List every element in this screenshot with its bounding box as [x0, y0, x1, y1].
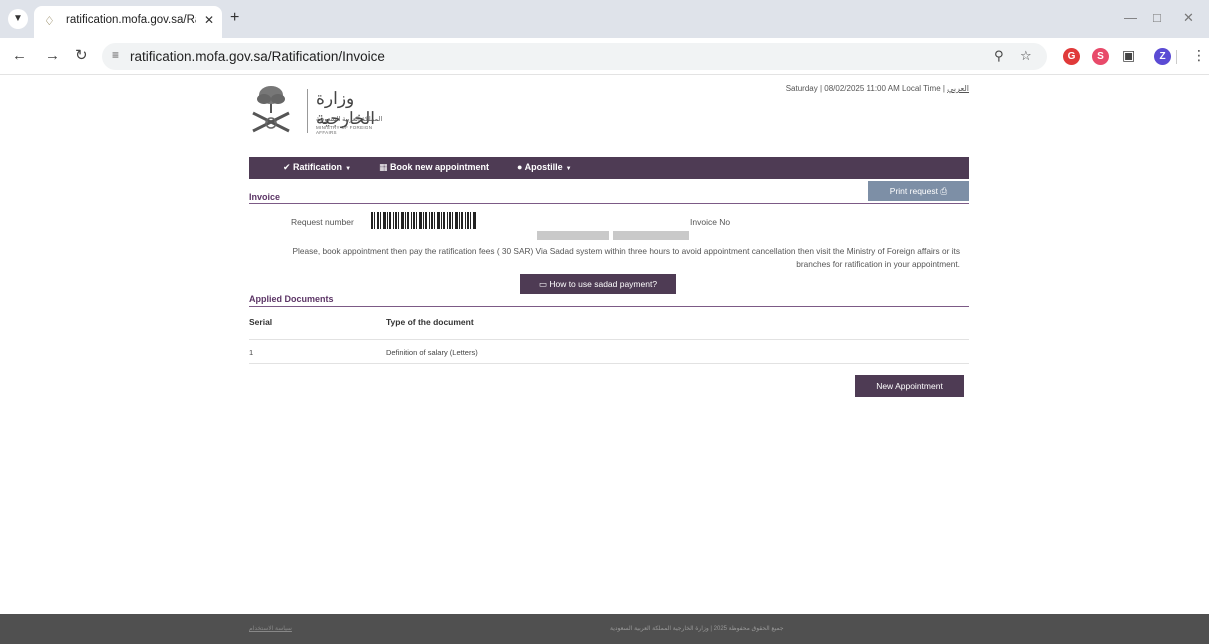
redacted-value	[613, 231, 689, 240]
circle-icon: ●	[517, 162, 523, 172]
tab-close-icon[interactable]: ✕	[204, 13, 214, 27]
redacted-value	[537, 231, 609, 240]
site-favicon-icon: ♢	[44, 14, 55, 28]
printer-icon: ⎙	[940, 186, 948, 196]
print-label: Print request	[889, 186, 938, 196]
toolbar-divider	[1176, 50, 1177, 64]
column-header-serial: Serial	[249, 317, 273, 327]
tab-title: ratification.mofa.gov.sa/Ratifica	[66, 14, 196, 26]
caret-down-icon: ▼	[345, 166, 352, 172]
nav-apostille-label: Apostille	[524, 162, 563, 172]
print-request-button[interactable]: Print request ⎙	[868, 181, 969, 201]
logo-divider	[307, 89, 308, 133]
invoice-section-title: Invoice	[249, 192, 281, 202]
browser-tab[interactable]: ♢ ratification.mofa.gov.sa/Ratifica ✕	[34, 6, 222, 38]
documents-divider	[249, 306, 969, 307]
logo-arabic-text: وزارة الخارجية	[316, 89, 376, 129]
invoice-number-label: Invoice No	[690, 217, 731, 227]
invoice-divider	[249, 203, 969, 204]
bookmark-star-icon[interactable]: ☆	[1020, 48, 1032, 64]
nav-ratification-menu[interactable]: ✔ Ratification ▼	[283, 162, 351, 173]
card-icon: ▭	[538, 279, 547, 289]
browser-toolbar: ← → ↻ ≡ ratification.mofa.gov.sa/Ratific…	[0, 38, 1209, 75]
logo-english-text: MINISTRY OF FOREIGN AFFAIRS	[316, 125, 373, 135]
new-appointment-button[interactable]: New Appointment	[855, 375, 964, 397]
payment-notice: Please, book appointment then pay the ra…	[292, 246, 961, 269]
request-number-label: Request number	[291, 217, 354, 227]
local-datetime: Saturday | 08/02/2025 11:00 AM Local Tim…	[786, 84, 969, 93]
footer-copyright: جميع الحقوق محفوظة 2025 | وزارة الخارجية…	[610, 626, 784, 632]
documents-section-title: Applied Documents	[249, 294, 334, 304]
table-cell-type: Definition of salary (Letters)	[386, 348, 478, 357]
saudi-emblem-icon	[252, 86, 290, 133]
reload-icon[interactable]: ↻	[75, 47, 88, 65]
nav-book-label: Book new appointment	[390, 162, 490, 172]
page-container: وزارة الخارجية المملكة العربية السعودية …	[249, 75, 969, 595]
footer-usage-policy-link[interactable]: سياسة الاستخدام	[249, 625, 292, 632]
mofa-logo[interactable]: وزارة الخارجية المملكة العربية السعودية …	[249, 83, 394, 139]
datetime-text: Saturday | 08/02/2025 11:00 AM Local Tim…	[785, 84, 945, 93]
language-link[interactable]: العربي	[947, 84, 969, 93]
extension-g-icon[interactable]: G	[1063, 48, 1080, 65]
url-text[interactable]: ratification.mofa.gov.sa/Ratification/In…	[130, 49, 385, 64]
table-divider	[249, 339, 969, 340]
nav-book-appointment[interactable]: ▦ Book new appointment	[379, 162, 489, 173]
forward-arrow-icon[interactable]: →	[45, 47, 60, 65]
logo-subtitle: المملكة العربية السعودية	[316, 116, 383, 123]
request-barcode	[371, 212, 476, 229]
new-tab-icon[interactable]: +	[230, 9, 239, 27]
zoom-icon[interactable]: ⚲	[994, 48, 1004, 64]
extension-s-icon[interactable]: S	[1092, 48, 1109, 65]
main-navbar: ✔ Ratification ▼ ▦ Book new appointment ●…	[249, 157, 969, 179]
back-arrow-icon[interactable]: ←	[12, 47, 27, 65]
extensions-puzzle-icon[interactable]: ▣	[1122, 46, 1135, 64]
caret-down-icon: ▼	[565, 166, 572, 172]
tab-search-chevron-icon[interactable]: ▼	[8, 9, 28, 29]
address-bar[interactable]: ≡ ratification.mofa.gov.sa/Ratification/…	[102, 43, 1047, 70]
sadad-help-button[interactable]: ▭ How to use sadad payment?	[520, 274, 676, 294]
restore-icon[interactable]: □	[1153, 10, 1161, 25]
site-info-icon[interactable]: ≡	[112, 48, 119, 62]
table-cell-serial: 1	[249, 348, 254, 357]
sadad-label: How to use sadad payment?	[549, 279, 658, 289]
column-header-type: Type of the document	[386, 317, 474, 327]
profile-avatar-icon[interactable]: Z	[1154, 48, 1171, 65]
web-page: وزارة الخارجية المملكة العربية السعودية …	[0, 75, 1209, 644]
browser-tab-strip: ▼ ♢ ratification.mofa.gov.sa/Ratifica ✕ …	[0, 0, 1209, 38]
minimize-icon[interactable]: —	[1124, 10, 1137, 25]
table-divider	[249, 363, 969, 364]
nav-ratification-label: Ratification	[293, 162, 343, 172]
calendar-icon: ▦	[379, 162, 388, 172]
window-close-icon[interactable]: ✕	[1183, 10, 1194, 26]
browser-menu-icon[interactable]: ⋮	[1192, 47, 1206, 64]
page-footer: سياسة الاستخدام جميع الحقوق محفوظة 2025 …	[0, 614, 1209, 644]
nav-apostille-menu[interactable]: ● Apostille ▼	[517, 162, 572, 172]
